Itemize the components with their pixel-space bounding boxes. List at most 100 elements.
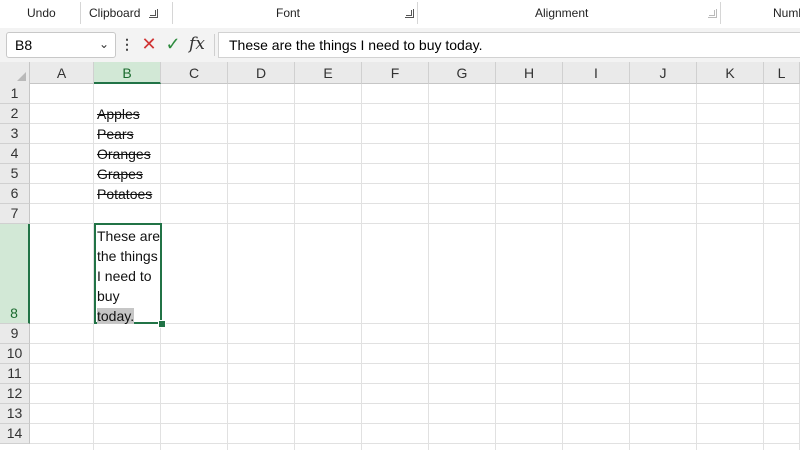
row-header-9[interactable]: 9 bbox=[0, 324, 30, 344]
row-number: 3 bbox=[10, 125, 19, 141]
more-options-icon[interactable]: ⋮ bbox=[120, 36, 134, 53]
ribbon-group-font[interactable]: Font bbox=[173, 0, 416, 28]
row-header-4[interactable]: 4 bbox=[0, 144, 30, 164]
row-header-10[interactable]: 10 bbox=[0, 344, 30, 364]
ribbon-group-label: Numb bbox=[773, 6, 800, 20]
insert-function-icon[interactable]: fx bbox=[186, 32, 208, 56]
column-header-a[interactable]: A bbox=[30, 62, 94, 84]
gridline-vertical bbox=[763, 84, 764, 450]
column-header-i[interactable]: I bbox=[563, 62, 630, 84]
row-number: 5 bbox=[10, 165, 19, 181]
gridline-horizontal bbox=[30, 103, 800, 104]
cell-b8-line: I need to bbox=[97, 268, 152, 284]
cell-b8-line: the things bbox=[97, 248, 158, 264]
enter-icon[interactable]: ✓ bbox=[162, 32, 184, 56]
row-number: 8 bbox=[10, 305, 18, 321]
row-header-6[interactable]: 6 bbox=[0, 184, 30, 204]
cancel-icon[interactable]: ✕ bbox=[138, 32, 160, 56]
name-box[interactable]: B8 ⌄ bbox=[6, 32, 116, 58]
gridline-horizontal bbox=[30, 443, 800, 444]
row-header-14[interactable]: 14 bbox=[0, 424, 30, 444]
row-number: 6 bbox=[10, 185, 19, 201]
cell-b5[interactable]: Grapes bbox=[97, 166, 143, 182]
gridline-vertical bbox=[294, 84, 295, 450]
gridline-horizontal bbox=[30, 163, 800, 164]
row-header-5[interactable]: 5 bbox=[0, 164, 30, 184]
gridline-horizontal bbox=[30, 203, 800, 204]
row-number: 13 bbox=[6, 405, 23, 421]
column-header-j[interactable]: J bbox=[630, 62, 697, 84]
row-header-12[interactable]: 12 bbox=[0, 384, 30, 404]
dialog-launcher-icon[interactable] bbox=[708, 9, 717, 18]
formula-input[interactable]: These are the things I need to buy today… bbox=[218, 32, 800, 58]
gridline-vertical bbox=[562, 84, 563, 450]
cell-b3[interactable]: Pears bbox=[97, 126, 134, 142]
dialog-launcher-icon[interactable] bbox=[405, 9, 414, 18]
row-header-3[interactable]: 3 bbox=[0, 124, 30, 144]
formula-text: These are the things I need to buy today… bbox=[229, 37, 483, 53]
gridline-horizontal bbox=[30, 363, 800, 364]
gridline-horizontal bbox=[30, 143, 800, 144]
dialog-launcher-icon[interactable] bbox=[149, 9, 158, 18]
row-header-8[interactable]: 8 bbox=[0, 224, 30, 324]
ribbon-group-label: Alignment bbox=[535, 6, 589, 20]
row-number: 12 bbox=[6, 385, 23, 401]
gridline-vertical bbox=[495, 84, 496, 450]
ribbon-group-undo[interactable]: Undo bbox=[0, 0, 80, 28]
ribbon-group-alignment[interactable]: Alignment bbox=[418, 0, 718, 28]
ribbon-group-number[interactable]: Numb bbox=[721, 0, 800, 28]
column-header-k[interactable]: K bbox=[697, 62, 764, 84]
row-header-1[interactable]: 1 bbox=[0, 84, 30, 104]
gridline-horizontal bbox=[30, 423, 800, 424]
gridline-vertical bbox=[227, 84, 228, 450]
row-header-7[interactable]: 7 bbox=[0, 204, 30, 224]
gridline-vertical bbox=[696, 84, 697, 450]
column-header-d[interactable]: D bbox=[228, 62, 295, 84]
cell-b8-line: These are bbox=[97, 228, 161, 244]
column-header-g[interactable]: G bbox=[429, 62, 496, 84]
formula-bar: B8 ⌄ ⋮ ✕ ✓ fx These are the things I nee… bbox=[0, 28, 800, 62]
cell-b8-selected-text: today. bbox=[97, 308, 135, 324]
gridline-horizontal bbox=[30, 403, 800, 404]
select-all-button[interactable] bbox=[0, 62, 30, 85]
cell-b4[interactable]: Oranges bbox=[97, 146, 151, 162]
row-number: 10 bbox=[6, 345, 23, 361]
row-header-13[interactable]: 13 bbox=[0, 404, 30, 424]
row-header-2[interactable]: 2 bbox=[0, 104, 30, 124]
gridline-vertical bbox=[361, 84, 362, 450]
cell-b2[interactable]: Apples bbox=[97, 106, 140, 122]
gridline-horizontal bbox=[30, 343, 800, 344]
row-number: 11 bbox=[7, 365, 22, 381]
ribbon-group-label: Clipboard bbox=[89, 6, 141, 20]
gridline-horizontal bbox=[30, 183, 800, 184]
row-number: 14 bbox=[6, 425, 23, 441]
row-number: 2 bbox=[10, 105, 19, 121]
column-header-f[interactable]: F bbox=[362, 62, 429, 84]
column-header-b[interactable]: B bbox=[94, 62, 161, 84]
row-number: 9 bbox=[10, 325, 19, 341]
gridline-vertical bbox=[428, 84, 429, 450]
ribbon-group-labels: Undo Clipboard Font Alignment Numb bbox=[0, 0, 800, 29]
column-header-c[interactable]: C bbox=[161, 62, 228, 84]
formula-divider bbox=[214, 34, 215, 56]
gridline-vertical bbox=[629, 84, 630, 450]
ribbon-group-label: Font bbox=[276, 6, 301, 20]
ribbon-group-label: Undo bbox=[27, 6, 56, 20]
column-header-e[interactable]: E bbox=[295, 62, 362, 84]
name-box-value: B8 bbox=[15, 37, 33, 53]
spreadsheet-grid[interactable]: A B C D E F G H I J K L 1 2 3 4 5 6 7 8 9 10 11 12 13 14 Apples P… bbox=[0, 62, 800, 450]
cell-b6[interactable]: Potatoes bbox=[97, 186, 152, 202]
ribbon-group-clipboard[interactable]: Clipboard bbox=[81, 0, 171, 28]
fill-handle[interactable] bbox=[158, 320, 166, 328]
row-number: 4 bbox=[10, 145, 19, 161]
gridline-horizontal bbox=[30, 383, 800, 384]
row-header-11[interactable]: 11 bbox=[0, 364, 30, 384]
gridline-horizontal bbox=[30, 123, 800, 124]
row-number: 1 bbox=[10, 85, 19, 101]
cell-b8-line: buy bbox=[97, 288, 120, 304]
column-header-h[interactable]: H bbox=[496, 62, 563, 84]
column-header-l[interactable]: L bbox=[764, 62, 800, 84]
row-number: 7 bbox=[10, 205, 19, 221]
cell-b8-text[interactable]: These are the things I need to buy today… bbox=[97, 226, 161, 326]
chevron-down-icon[interactable]: ⌄ bbox=[99, 37, 109, 51]
